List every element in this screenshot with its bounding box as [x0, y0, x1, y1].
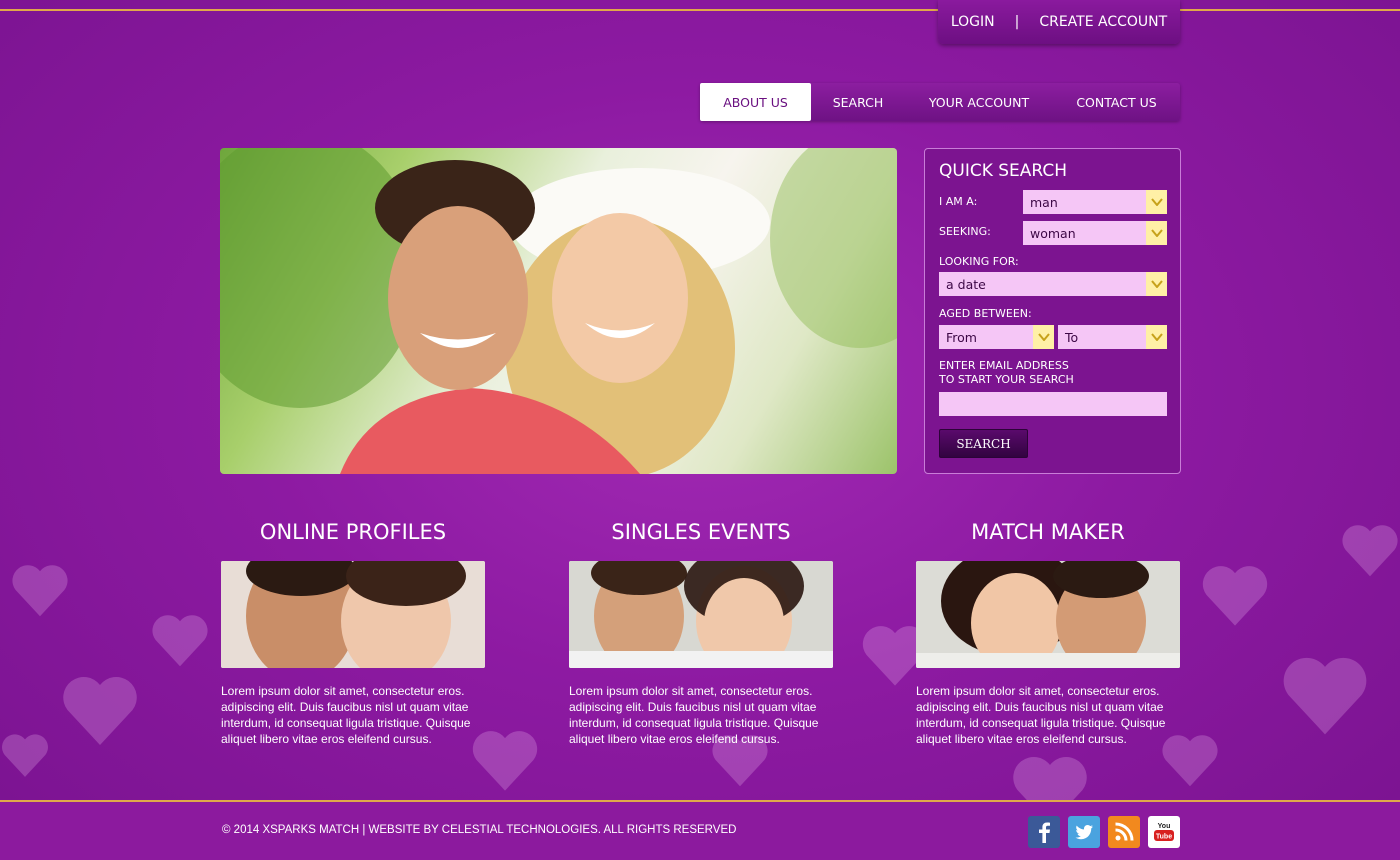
feature-match-maker: MATCH MAKER Lorem ipsum dolor sit amet, …	[916, 520, 1180, 747]
rss-icon[interactable]	[1108, 816, 1140, 848]
chevron-down-icon	[1146, 221, 1167, 245]
email-field[interactable]	[939, 392, 1167, 416]
svg-text:You: You	[1158, 823, 1171, 830]
feature-online-profiles: ONLINE PROFILES Lorem ipsum dolor sit am…	[221, 520, 485, 747]
feature-title: MATCH MAKER	[971, 520, 1125, 544]
age-to-select-value: To	[1065, 329, 1079, 345]
twitter-icon[interactable]	[1068, 816, 1100, 848]
chevron-down-icon	[1146, 325, 1167, 349]
aged-between-label: AGED BETWEEN:	[939, 307, 1032, 320]
feature-title: SINGLES EVENTS	[611, 520, 791, 544]
account-bar-separator: |	[1014, 14, 1020, 30]
heart-decoration	[10, 560, 70, 620]
feature-singles-events: SINGLES EVENTS Lorem ipsum dolor sit ame…	[569, 520, 833, 747]
heart-decoration	[60, 670, 140, 750]
age-from-select[interactable]: From	[939, 325, 1054, 349]
chevron-down-icon	[1033, 325, 1054, 349]
seeking-select-value: woman	[1030, 225, 1076, 241]
seeking-select[interactable]: woman	[1023, 221, 1167, 245]
nav-about-us[interactable]: ABOUT US	[700, 83, 811, 121]
feature-description: Lorem ipsum dolor sit amet, consectetur …	[221, 684, 471, 746]
age-from-select-value: From	[946, 329, 977, 345]
nav-search[interactable]: SEARCH	[811, 83, 905, 121]
online-profiles-photo[interactable]	[221, 561, 485, 668]
email-label-line1: ENTER EMAIL ADDRESS	[939, 359, 1069, 372]
heart-decoration	[1010, 750, 1090, 800]
i-am-label: I AM A:	[939, 195, 978, 208]
looking-for-select-value: a date	[946, 276, 986, 292]
youtube-icon[interactable]: You Tube	[1148, 816, 1180, 848]
main-nav: ABOUT US SEARCH YOUR ACCOUNT CONTACT US	[700, 83, 1180, 121]
feature-description: Lorem ipsum dolor sit amet, consectetur …	[916, 684, 1166, 746]
looking-for-select[interactable]: a date	[939, 272, 1167, 296]
account-bar: LOGIN | CREATE ACCOUNT	[938, 0, 1180, 44]
i-am-select[interactable]: man	[1023, 190, 1167, 214]
feature-title: ONLINE PROFILES	[259, 520, 447, 544]
hero-couple-photo	[220, 148, 897, 474]
chevron-down-icon	[1146, 272, 1167, 296]
feature-description: Lorem ipsum dolor sit amet, consectetur …	[569, 684, 819, 746]
i-am-select-value: man	[1030, 194, 1058, 210]
heart-decoration	[1200, 560, 1270, 630]
nav-contact-us[interactable]: CONTACT US	[1053, 83, 1180, 121]
seeking-label: SEEKING:	[939, 225, 991, 238]
heart-decoration	[0, 730, 50, 780]
footer: © 2014 XSPARKS MATCH | WEBSITE BY CELEST…	[0, 802, 1400, 860]
search-button[interactable]: SEARCH	[939, 429, 1028, 458]
top-accent-line	[0, 9, 1400, 11]
looking-for-label: LOOKING FOR:	[939, 255, 1019, 268]
copyright-text: © 2014 XSPARKS MATCH | WEBSITE BY CELEST…	[222, 824, 737, 836]
quick-search-title: QUICK SEARCH	[939, 161, 1068, 181]
quick-search-panel: QUICK SEARCH I AM A: man SEEKING: woman …	[924, 148, 1181, 474]
chevron-down-icon	[1146, 190, 1167, 214]
heart-decoration	[1280, 650, 1370, 740]
facebook-icon[interactable]	[1028, 816, 1060, 848]
svg-text:Tube: Tube	[1156, 834, 1172, 841]
email-label-line2: TO START YOUR SEARCH	[939, 373, 1074, 386]
create-account-link[interactable]: CREATE ACCOUNT	[1039, 14, 1167, 30]
heart-decoration	[1340, 520, 1400, 580]
nav-your-account[interactable]: YOUR ACCOUNT	[905, 83, 1053, 121]
age-to-select[interactable]: To	[1058, 325, 1167, 349]
login-link[interactable]: LOGIN	[951, 14, 995, 30]
match-maker-photo[interactable]	[916, 561, 1180, 668]
heart-decoration	[150, 610, 210, 670]
singles-events-photo[interactable]	[569, 561, 833, 668]
